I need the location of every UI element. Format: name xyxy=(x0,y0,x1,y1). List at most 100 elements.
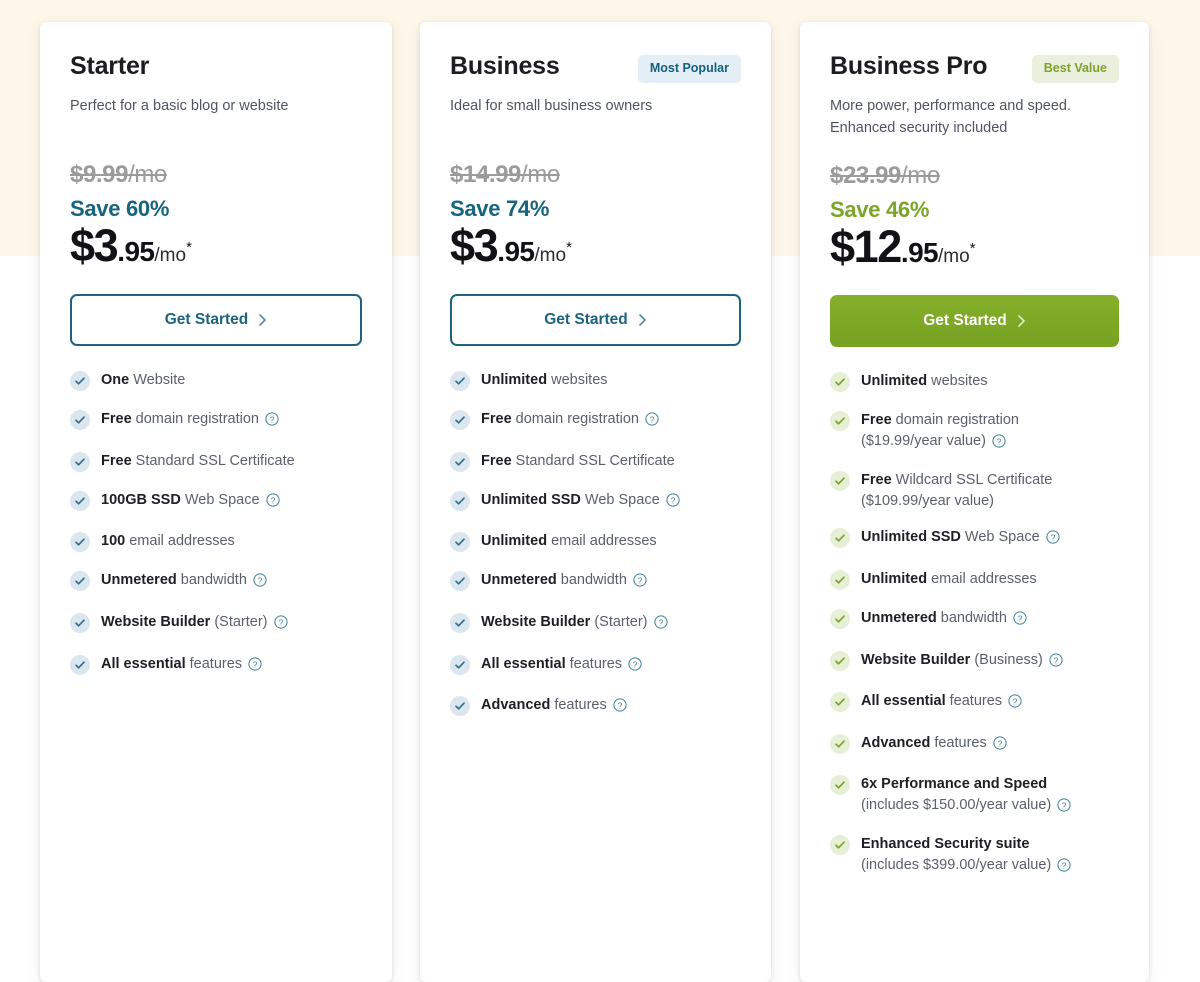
feature-text: Unlimited email addresses xyxy=(861,569,1037,590)
get-started-button[interactable]: Get Started xyxy=(70,294,362,347)
feature-rest: domain registration xyxy=(131,411,259,428)
svg-text:?: ? xyxy=(1062,861,1067,870)
info-help-icon[interactable]: ? xyxy=(1057,798,1071,819)
svg-text:?: ? xyxy=(638,577,643,586)
check-icon xyxy=(450,451,470,472)
feature-item: Unmetered bandwidth? xyxy=(450,570,741,594)
feature-rest: (Starter) xyxy=(210,614,268,631)
feature-rest: (Starter) xyxy=(590,614,648,631)
feature-highlight: Unlimited SSD xyxy=(481,491,581,508)
check-icon xyxy=(70,490,90,511)
feature-text: Enhanced Security suite (includes $399.00… xyxy=(861,834,1071,878)
info-help-icon[interactable]: ? xyxy=(1008,694,1022,715)
feature-item: Unlimited SSD Web Space? xyxy=(450,490,741,514)
feature-rest: Web Space xyxy=(960,529,1040,546)
pricing-cards-container: Starter Perfect for a basic blog or websi… xyxy=(0,0,1200,982)
plan-tagline: More power, performance and speed. Enhan… xyxy=(830,98,1071,136)
price-asterisk: * xyxy=(566,239,572,257)
info-help-icon[interactable]: ? xyxy=(645,412,659,433)
info-help-icon[interactable]: ? xyxy=(628,657,642,678)
plan-badge: Best Value xyxy=(1031,55,1119,83)
svg-text:?: ? xyxy=(1054,656,1059,665)
feature-text: Unlimited SSD Web Space? xyxy=(861,527,1060,551)
info-help-icon[interactable]: ? xyxy=(993,736,1007,757)
check-icon xyxy=(70,410,90,431)
feature-item: Unlimited websites xyxy=(450,370,741,392)
feature-item: Unmetered bandwidth? xyxy=(70,570,362,594)
check-icon xyxy=(450,371,470,392)
feature-text: Unlimited email addresses xyxy=(481,531,657,552)
plan-tagline: Ideal for small business owners xyxy=(450,98,653,114)
feature-highlight: Unlimited xyxy=(481,372,548,389)
svg-text:?: ? xyxy=(270,416,275,425)
get-started-button[interactable]: Get Started xyxy=(450,294,741,347)
info-help-icon[interactable]: ? xyxy=(653,615,668,636)
price-cents: .95 xyxy=(497,236,535,268)
info-help-icon[interactable]: ? xyxy=(1049,652,1063,674)
feature-highlight: Advanced xyxy=(481,697,551,714)
svg-text:?: ? xyxy=(270,496,275,505)
info-help-icon[interactable]: ? xyxy=(253,573,267,594)
feature-highlight: Advanced xyxy=(861,734,931,751)
info-help-icon[interactable]: ? xyxy=(666,493,680,514)
feature-highlight: 100GB SSD xyxy=(101,491,181,508)
feature-text: Free Wildcard SSL Certificate ($109.99/ye… xyxy=(861,470,1052,511)
svg-text:?: ? xyxy=(258,577,263,586)
feature-highlight: Free xyxy=(861,412,892,429)
feature-rest: email addresses xyxy=(125,533,235,550)
info-help-icon[interactable]: ? xyxy=(1057,858,1071,879)
feature-text: One Website xyxy=(101,370,185,391)
info-help-icon[interactable]: ? xyxy=(248,657,262,678)
check-icon xyxy=(450,571,470,592)
get-started-button-label: Get Started xyxy=(164,311,249,329)
feature-rest: email addresses xyxy=(547,533,657,550)
feature-highlight: Free xyxy=(481,452,512,469)
chevron-right-icon xyxy=(258,313,267,327)
feature-highlight: All essential xyxy=(481,655,566,672)
info-help-icon[interactable]: ? xyxy=(1046,530,1060,551)
info-help-icon[interactable]: ? xyxy=(273,615,288,636)
info-help-icon[interactable]: ? xyxy=(1013,611,1027,632)
check-icon xyxy=(450,532,470,553)
feature-item: All essential features? xyxy=(830,691,1119,715)
feature-text: All essential features? xyxy=(481,654,642,678)
svg-text:?: ? xyxy=(633,660,638,669)
feature-item: 6x Performance and Speed (includes $150.0… xyxy=(830,774,1119,818)
feature-item: Advanced features? xyxy=(450,695,741,719)
feature-text: Free domain registration ($19.99/year val… xyxy=(861,410,1019,454)
info-help-icon[interactable]: ? xyxy=(265,493,280,514)
check-icon xyxy=(450,654,470,675)
price-whole: $12 xyxy=(830,221,902,273)
original-price-amount: $9.99 xyxy=(70,160,129,188)
get-started-button[interactable]: Get Started xyxy=(830,295,1119,348)
info-help-icon[interactable]: ? xyxy=(633,573,647,594)
feature-highlight: Free xyxy=(861,472,892,489)
price-whole: $3 xyxy=(70,220,119,272)
price-block: $23.99/mo Save 46% $12.95/mo * xyxy=(830,161,1119,273)
feature-subtext: ($109.99/year value) xyxy=(861,492,994,509)
check-icon xyxy=(70,532,90,553)
feature-text: 100GB SSD Web Space? xyxy=(101,490,280,514)
price-asterisk: * xyxy=(969,240,976,258)
feature-highlight: One xyxy=(101,372,130,389)
savings-label: Save 74% xyxy=(450,196,550,222)
feature-list: One Website Free domain registration? Free… xyxy=(70,370,362,677)
original-price-amount: $14.99 xyxy=(450,160,522,188)
feature-rest: Website xyxy=(129,372,186,389)
original-price-unit: /mo xyxy=(901,161,940,189)
feature-item: Unlimited SSD Web Space? xyxy=(830,527,1119,551)
feature-subtext: ($19.99/year value) xyxy=(861,432,986,449)
feature-text: Unmetered bandwidth? xyxy=(101,570,267,594)
info-help-icon[interactable]: ? xyxy=(613,698,627,719)
feature-rest: features xyxy=(565,655,623,672)
feature-item: 100 email addresses xyxy=(70,531,362,553)
original-price: $14.99/mo xyxy=(450,160,741,188)
info-help-icon[interactable]: ? xyxy=(265,412,279,433)
check-icon xyxy=(830,608,850,629)
original-price: $9.99/mo xyxy=(70,160,362,188)
feature-rest: features xyxy=(550,697,607,714)
svg-text:?: ? xyxy=(1018,614,1023,623)
info-help-icon[interactable]: ? xyxy=(992,434,1006,455)
feature-highlight: Unmetered xyxy=(861,609,937,626)
feature-item: Unlimited email addresses xyxy=(450,531,741,553)
